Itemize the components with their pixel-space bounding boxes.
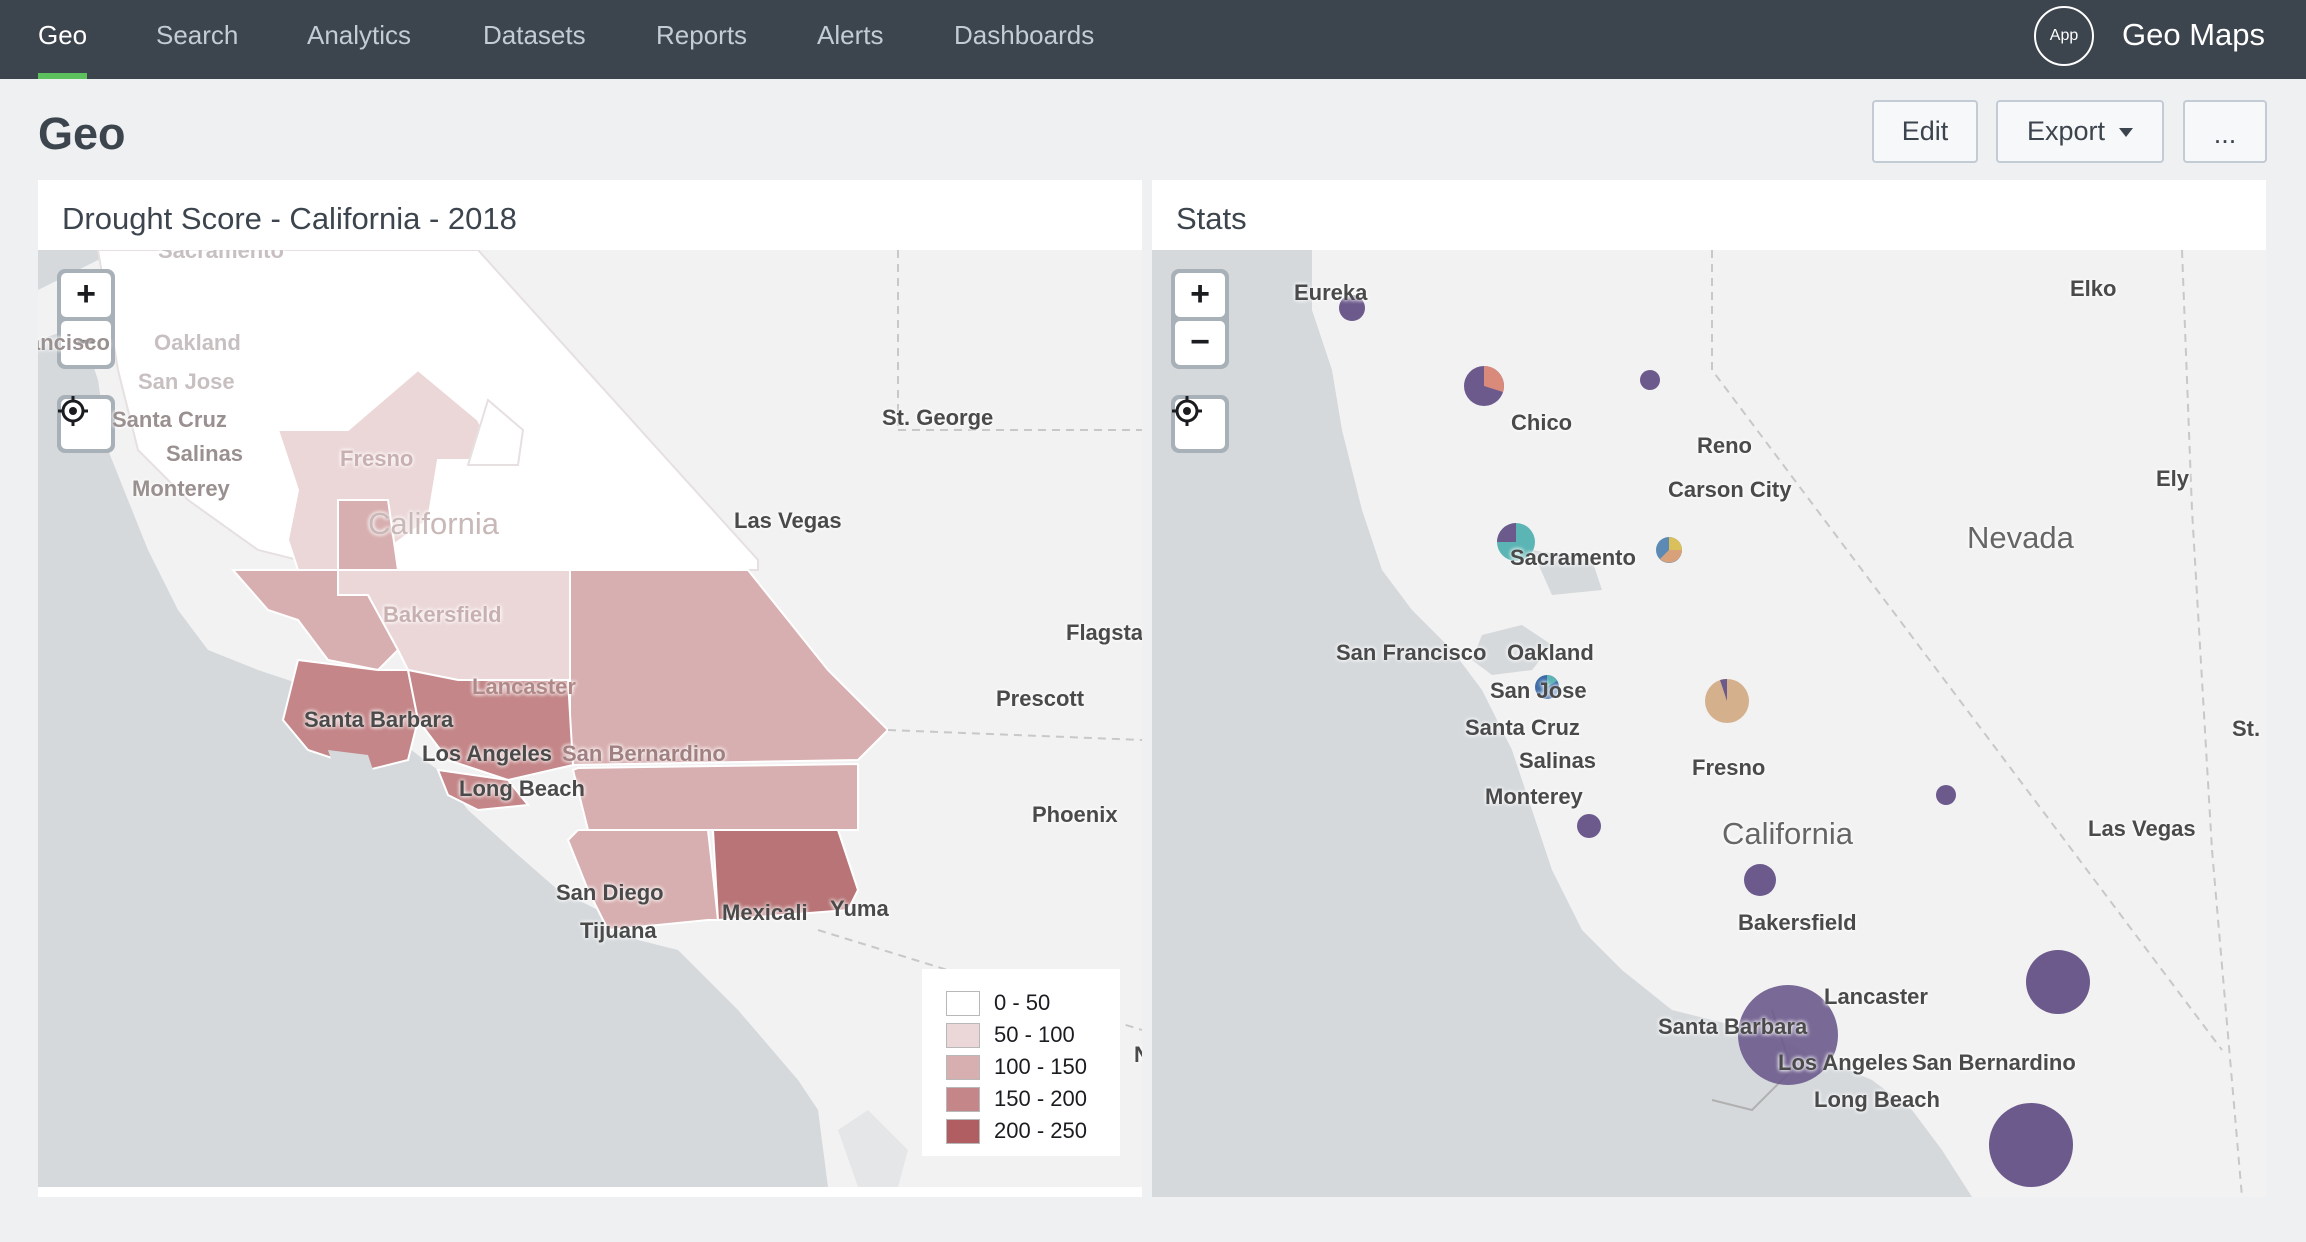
map-label-santa-cruz: Santa Cruz bbox=[112, 407, 227, 432]
map-label-las-vegas: Las Vegas bbox=[2088, 816, 2196, 841]
export-button-label: Export bbox=[2026, 116, 2106, 146]
map-label-salinas: Salinas bbox=[1519, 748, 1597, 773]
nav-tab-reports[interactable]: Reports bbox=[656, 0, 747, 79]
map-label-edge: N bbox=[1134, 1042, 1142, 1067]
legend-row: 200 - 250 bbox=[946, 1115, 1120, 1147]
map-label-bakersfield: Bakersfield bbox=[1738, 910, 1857, 935]
stats-map[interactable]: + − Eureka Elko Chico Reno Carson City E… bbox=[1152, 250, 2266, 1197]
map-label-monterey: Monterey bbox=[132, 476, 230, 501]
crosshair-icon bbox=[1172, 396, 1202, 426]
map-label-prescott: Prescott bbox=[996, 686, 1085, 711]
crosshair-icon bbox=[58, 396, 88, 426]
map-label-elko: Elko bbox=[2070, 276, 2117, 301]
map-label-california: California bbox=[368, 506, 499, 541]
legend-label: 150 - 200 bbox=[994, 1086, 1087, 1111]
left-zoom-in-button[interactable]: + bbox=[61, 273, 111, 317]
right-zoom-out-button[interactable]: − bbox=[1175, 321, 1225, 365]
panel-title: Stats bbox=[1176, 201, 1247, 236]
nav-tab-datasets[interactable]: Datasets bbox=[483, 0, 586, 79]
left-locate-control bbox=[57, 395, 115, 453]
legend-row: 0 - 50 bbox=[946, 987, 1120, 1019]
export-button[interactable]: Export bbox=[1996, 100, 2164, 163]
legend-label: 0 - 50 bbox=[994, 990, 1051, 1015]
map-label-eureka: Eureka bbox=[1294, 280, 1368, 305]
map-label-santa-cruz: Santa Cruz bbox=[1465, 715, 1580, 740]
edit-button[interactable]: Edit bbox=[1872, 100, 1978, 163]
map-label-santa-barbara: Santa Barbara bbox=[1658, 1014, 1808, 1039]
map-label-sacramento: Sacramento bbox=[1510, 545, 1636, 570]
map-label-flagstaff: Flagsta bbox=[1066, 620, 1142, 645]
nav-tab-dashboards[interactable]: Dashboards bbox=[954, 0, 1094, 79]
page-title: Geo bbox=[38, 108, 126, 159]
more-actions-button[interactable]: ... bbox=[2183, 100, 2267, 163]
legend-swatch bbox=[946, 1118, 980, 1144]
legend-row: 100 - 150 bbox=[946, 1051, 1120, 1083]
map-label-lancaster: Lancaster bbox=[1824, 984, 1928, 1009]
drought-legend: 0 - 50 50 - 100 100 - 150 150 - 200 200 … bbox=[922, 969, 1120, 1156]
legend-swatch bbox=[946, 1022, 980, 1048]
map-label-nevada: Nevada bbox=[1967, 520, 2074, 555]
map-label-carson-city: Carson City bbox=[1668, 477, 1792, 502]
map-label-los-angeles: Los Angeles bbox=[1778, 1050, 1908, 1075]
nav-tab-analytics[interactable]: Analytics bbox=[307, 0, 411, 79]
legend-label: 100 - 150 bbox=[994, 1054, 1087, 1079]
map-label-oakland: Oakland bbox=[154, 330, 241, 355]
legend-label: 50 - 100 bbox=[994, 1022, 1075, 1047]
map-label-mexicali: Mexicali bbox=[722, 900, 808, 925]
map-label-long-beach: Long Beach bbox=[1814, 1087, 1940, 1112]
map-label-san-jose: San Jose bbox=[1490, 678, 1587, 703]
nav-tab-alerts[interactable]: Alerts bbox=[817, 0, 883, 79]
right-locate-control bbox=[1171, 395, 1229, 453]
map-label-san-bernardino: San Bernardino bbox=[1912, 1050, 2076, 1075]
nav-tab-search[interactable]: Search bbox=[156, 0, 238, 79]
map-label-chico: Chico bbox=[1511, 410, 1573, 435]
map-label-san-diego: San Diego bbox=[556, 880, 664, 905]
map-label-yuma: Yuma bbox=[830, 896, 889, 921]
map-label-monterey: Monterey bbox=[1485, 784, 1583, 809]
caret-down-icon bbox=[2119, 128, 2134, 138]
nav-tab-geo[interactable]: Geo bbox=[38, 0, 88, 79]
legend-label: 200 - 250 bbox=[994, 1118, 1087, 1143]
stats-map-canvas bbox=[1152, 250, 2266, 1197]
map-label-sacramento: Sacramento bbox=[158, 250, 284, 263]
locate-me-button[interactable] bbox=[1172, 396, 1225, 449]
map-label-long-beach: Long Beach bbox=[459, 776, 585, 801]
map-label-phoenix: Phoenix bbox=[1032, 802, 1118, 827]
map-label-salinas: Salinas bbox=[166, 441, 244, 466]
legend-row: 150 - 200 bbox=[946, 1083, 1120, 1115]
right-zoom-controls: + − bbox=[1171, 269, 1229, 369]
map-label-california: California bbox=[1722, 816, 1853, 851]
legend-swatch bbox=[946, 1054, 980, 1080]
locate-me-button[interactable] bbox=[58, 396, 111, 449]
map-label-st-george: St. George bbox=[882, 405, 994, 430]
map-label-fresno: Fresno bbox=[340, 446, 414, 471]
legend-swatch bbox=[946, 990, 980, 1016]
top-nav-bar: Geo Search Analytics Datasets Reports Al… bbox=[0, 0, 2306, 79]
map-label-lancaster: Lancaster bbox=[472, 674, 576, 699]
app-badge[interactable]: App bbox=[2034, 6, 2094, 66]
right-zoom-in-button[interactable]: + bbox=[1175, 273, 1225, 317]
map-label-san-bernardino: San Bernardino bbox=[562, 741, 726, 766]
map-label-los-angeles: Los Angeles bbox=[422, 741, 552, 766]
map-label-francisco: Francisco bbox=[38, 330, 110, 355]
map-label-st: St. bbox=[2232, 716, 2261, 741]
panel-title: Drought Score - California - 2018 bbox=[62, 201, 517, 236]
map-label-ely: Ely bbox=[2156, 466, 2190, 491]
legend-row: 50 - 100 bbox=[946, 1019, 1120, 1051]
map-label-san-francisco: San Francisco bbox=[1336, 640, 1487, 665]
map-label-reno: Reno bbox=[1697, 433, 1752, 458]
map-label-santa-barbara: Santa Barbara bbox=[304, 707, 454, 732]
map-label-fresno: Fresno bbox=[1692, 755, 1766, 780]
map-label-tijuana: Tijuana bbox=[580, 918, 657, 943]
map-label-las-vegas: Las Vegas bbox=[734, 508, 842, 533]
stats-panel: Stats + − Eureka Elko Chico Reno Carson … bbox=[1152, 180, 2266, 1197]
map-label-san-jose: San Jose bbox=[138, 369, 235, 394]
map-label-oakland: Oakland bbox=[1507, 640, 1594, 665]
map-label-bakersfield: Bakersfield bbox=[383, 602, 502, 627]
legend-swatch bbox=[946, 1086, 980, 1112]
app-title: Geo Maps bbox=[2122, 17, 2266, 52]
